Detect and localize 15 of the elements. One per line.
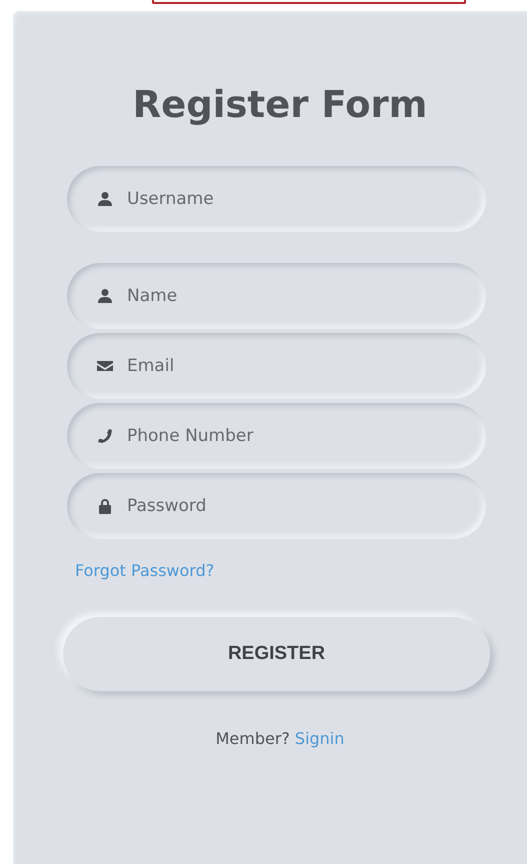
register-button[interactable]: REGISTER	[63, 617, 490, 691]
forgot-password-link[interactable]: Forgot Password?	[75, 561, 214, 580]
input-field[interactable]: Name	[127, 286, 427, 306]
input-field[interactable]: Phone Number	[127, 426, 427, 446]
input-field[interactable]: Email	[127, 356, 427, 376]
lock-icon	[97, 498, 113, 514]
user-icon	[97, 288, 113, 304]
user-icon	[97, 191, 113, 207]
email-icon	[97, 358, 113, 374]
input-field[interactable]: Username	[127, 189, 427, 209]
phone-icon	[97, 428, 113, 444]
member-text: Member?	[216, 729, 290, 748]
input-field[interactable]: Password	[127, 496, 427, 516]
signin-link[interactable]: Signin	[294, 729, 344, 748]
form-title: Register Form	[132, 83, 428, 126]
